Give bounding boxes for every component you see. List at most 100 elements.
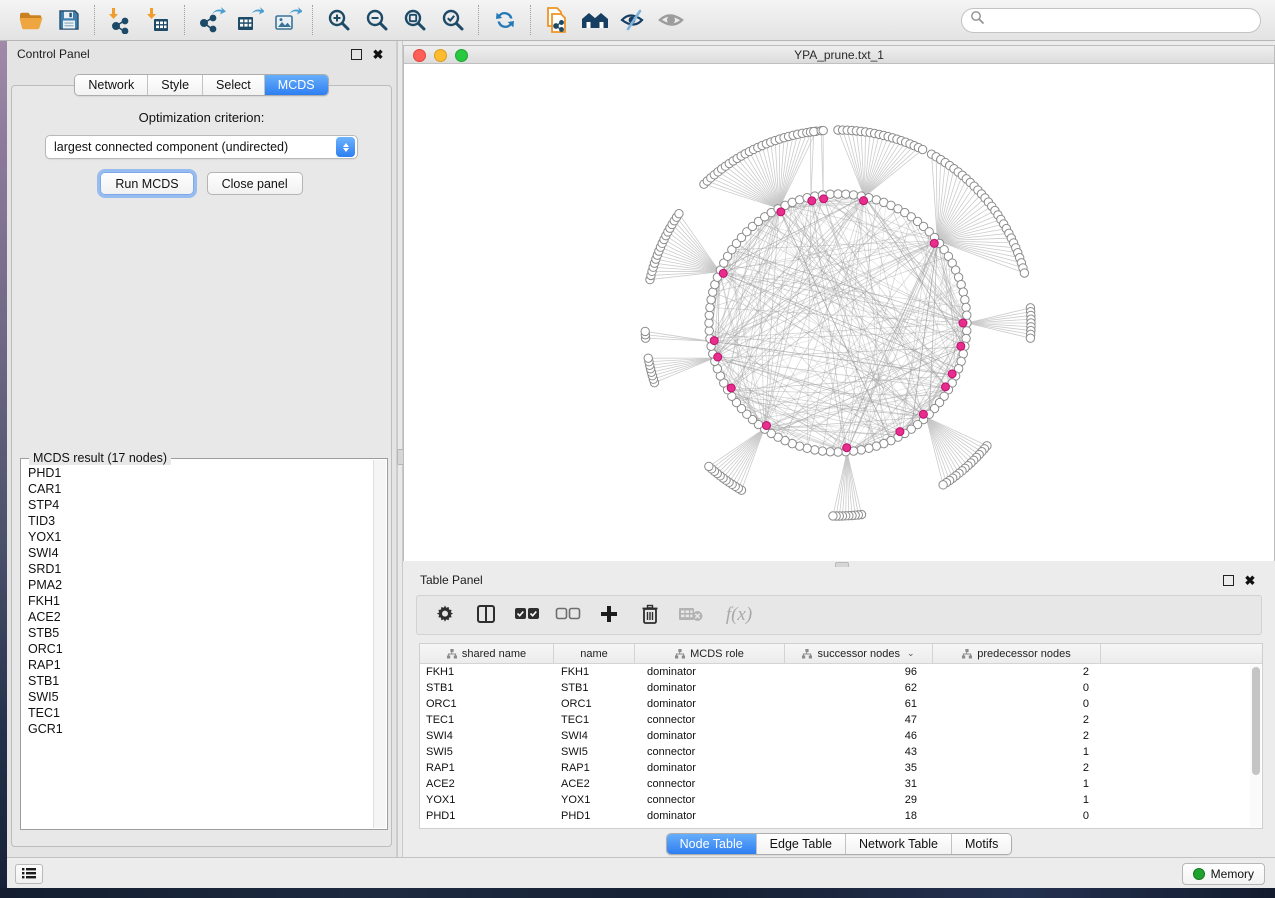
main-toolbar <box>0 0 1275 41</box>
close-mcds-panel-button[interactable]: Close panel <box>207 172 303 195</box>
node-table: shared name name MCDS rolesuccessor nodes⌄… <box>419 643 1263 829</box>
cell-successor-nodes: 35 <box>785 762 933 774</box>
mcds-result-item[interactable]: SWI4 <box>22 545 374 561</box>
float-panel-button[interactable] <box>348 46 364 62</box>
mcds-result-item[interactable]: ACE2 <box>22 609 374 625</box>
column-header-predecessor-nodes[interactable]: predecessor nodes <box>933 644 1101 663</box>
cell-name: STB1 <box>554 682 635 694</box>
table-scrollbar[interactable] <box>1250 665 1261 827</box>
close-window-traffic-light[interactable] <box>413 49 426 62</box>
mcds-result-item[interactable]: SRD1 <box>22 561 374 577</box>
clear-selection-button[interactable] <box>556 603 580 627</box>
table-settings-button[interactable] <box>433 603 457 627</box>
mcds-result-item[interactable]: SWI5 <box>22 689 374 705</box>
cell-predecessor-nodes: 0 <box>933 810 1101 822</box>
clone-network-button[interactable] <box>541 4 573 36</box>
first-neighbors-button[interactable] <box>579 4 611 36</box>
clone-network-icon <box>543 5 571 35</box>
mcds-result-groupbox: MCDS result (17 nodes) PHD1CAR1STP4TID3Y… <box>20 458 388 830</box>
mcds-result-item[interactable]: GCR1 <box>22 721 374 737</box>
table-row[interactable]: ACE2ACE2connector311 <box>420 776 1262 792</box>
tab-mcds[interactable]: MCDS <box>265 75 328 95</box>
cell-name: YOX1 <box>554 794 635 806</box>
select-all-rows-button[interactable] <box>515 603 539 627</box>
table-row[interactable]: SWI5SWI5connector431 <box>420 744 1262 760</box>
mcds-result-item[interactable]: ORC1 <box>22 641 374 657</box>
cell-mcds-role: dominator <box>635 682 785 694</box>
mcds-result-item[interactable]: FKH1 <box>22 593 374 609</box>
mcds-result-item[interactable]: STB1 <box>22 673 374 689</box>
delete-column-button[interactable] <box>638 603 662 627</box>
open-file-button[interactable] <box>15 4 47 36</box>
add-column-button[interactable] <box>597 603 621 627</box>
cell-shared-name: PHD1 <box>420 810 554 822</box>
hide-selected-button[interactable] <box>617 4 649 36</box>
close-table-panel-button[interactable]: ✖ <box>1242 572 1258 588</box>
column-label: name <box>580 648 608 660</box>
mcds-result-item[interactable]: PMA2 <box>22 577 374 593</box>
column-header-shared-name[interactable]: shared name <box>420 644 554 663</box>
zoom-out-button[interactable] <box>361 4 393 36</box>
search-field[interactable] <box>961 8 1261 33</box>
import-table-button[interactable] <box>143 4 175 36</box>
mcds-list-scrollbar[interactable] <box>373 460 386 828</box>
table-row[interactable]: ORC1ORC1dominator610 <box>420 696 1262 712</box>
search-input[interactable] <box>985 12 1260 28</box>
cell-name: SWI5 <box>554 746 635 758</box>
network-canvas[interactable] <box>404 64 1274 561</box>
table-row[interactable]: SWI4SWI4dominator462 <box>420 728 1262 744</box>
tab-node-table[interactable]: Node Table <box>667 834 757 854</box>
tab-network-table[interactable]: Network Table <box>846 834 952 854</box>
criterion-dropdown[interactable]: largest connected component (undirected) <box>45 135 358 159</box>
export-image-button[interactable] <box>271 4 303 36</box>
cell-mcds-role: dominator <box>635 762 785 774</box>
task-history-button[interactable] <box>15 864 43 884</box>
show-columns-button[interactable] <box>474 603 498 627</box>
mcds-result-item[interactable]: PHD1 <box>22 465 374 481</box>
tab-edge-table[interactable]: Edge Table <box>757 834 846 854</box>
column-header-successor-nodes[interactable]: successor nodes⌄ <box>785 644 933 663</box>
mcds-result-item[interactable]: TEC1 <box>22 705 374 721</box>
float-table-panel-button[interactable] <box>1220 572 1236 588</box>
cell-name: SWI4 <box>554 730 635 742</box>
import-network-button[interactable] <box>105 4 137 36</box>
maximize-window-traffic-light[interactable] <box>455 49 468 62</box>
table-row[interactable]: PHD1PHD1dominator180 <box>420 808 1262 824</box>
export-network-button[interactable] <box>195 4 227 36</box>
column-header-mcds-role[interactable]: MCDS role <box>635 644 785 663</box>
column-header-name[interactable]: name <box>554 644 635 663</box>
cell-predecessor-nodes: 1 <box>933 746 1101 758</box>
tab-motifs[interactable]: Motifs <box>952 834 1011 854</box>
export-image-icon <box>272 6 302 34</box>
tab-select[interactable]: Select <box>203 75 265 95</box>
zoom-fit-button[interactable] <box>399 4 431 36</box>
table-row[interactable]: FKH1FKH1dominator962 <box>420 664 1262 680</box>
sort-chevron-icon: ⌄ <box>907 648 915 659</box>
table-scrollbar-thumb[interactable] <box>1252 667 1260 775</box>
mcds-result-item[interactable]: RAP1 <box>22 657 374 673</box>
mcds-result-item[interactable]: CAR1 <box>22 481 374 497</box>
table-row[interactable]: RAP1RAP1dominator352 <box>420 760 1262 776</box>
run-mcds-button[interactable]: Run MCDS <box>100 172 193 195</box>
export-table-button[interactable] <box>233 4 265 36</box>
table-row[interactable]: STB1STB1dominator620 <box>420 680 1262 696</box>
show-eye-icon <box>656 7 686 33</box>
zoom-in-button[interactable] <box>323 4 355 36</box>
close-panel-button[interactable]: ✖ <box>370 46 386 62</box>
mcds-result-item[interactable]: STP4 <box>22 497 374 513</box>
memory-button[interactable]: Memory <box>1182 863 1265 885</box>
tab-style[interactable]: Style <box>148 75 203 95</box>
cell-name: ACE2 <box>554 778 635 790</box>
table-row[interactable]: TEC1TEC1connector472 <box>420 712 1262 728</box>
table-row[interactable]: YOX1YOX1connector291 <box>420 792 1262 808</box>
minimize-window-traffic-light[interactable] <box>434 49 447 62</box>
mcds-result-item[interactable]: YOX1 <box>22 529 374 545</box>
save-session-button[interactable] <box>53 4 85 36</box>
mcds-result-item[interactable]: TID3 <box>22 513 374 529</box>
trash-icon <box>640 603 660 628</box>
mcds-result-item[interactable]: STB5 <box>22 625 374 641</box>
refresh-button[interactable] <box>489 4 521 36</box>
zoom-selected-button[interactable] <box>437 4 469 36</box>
tab-network[interactable]: Network <box>75 75 148 95</box>
mcds-result-list[interactable]: PHD1CAR1STP4TID3YOX1SWI4SRD1PMA2FKH1ACE2… <box>22 465 374 828</box>
